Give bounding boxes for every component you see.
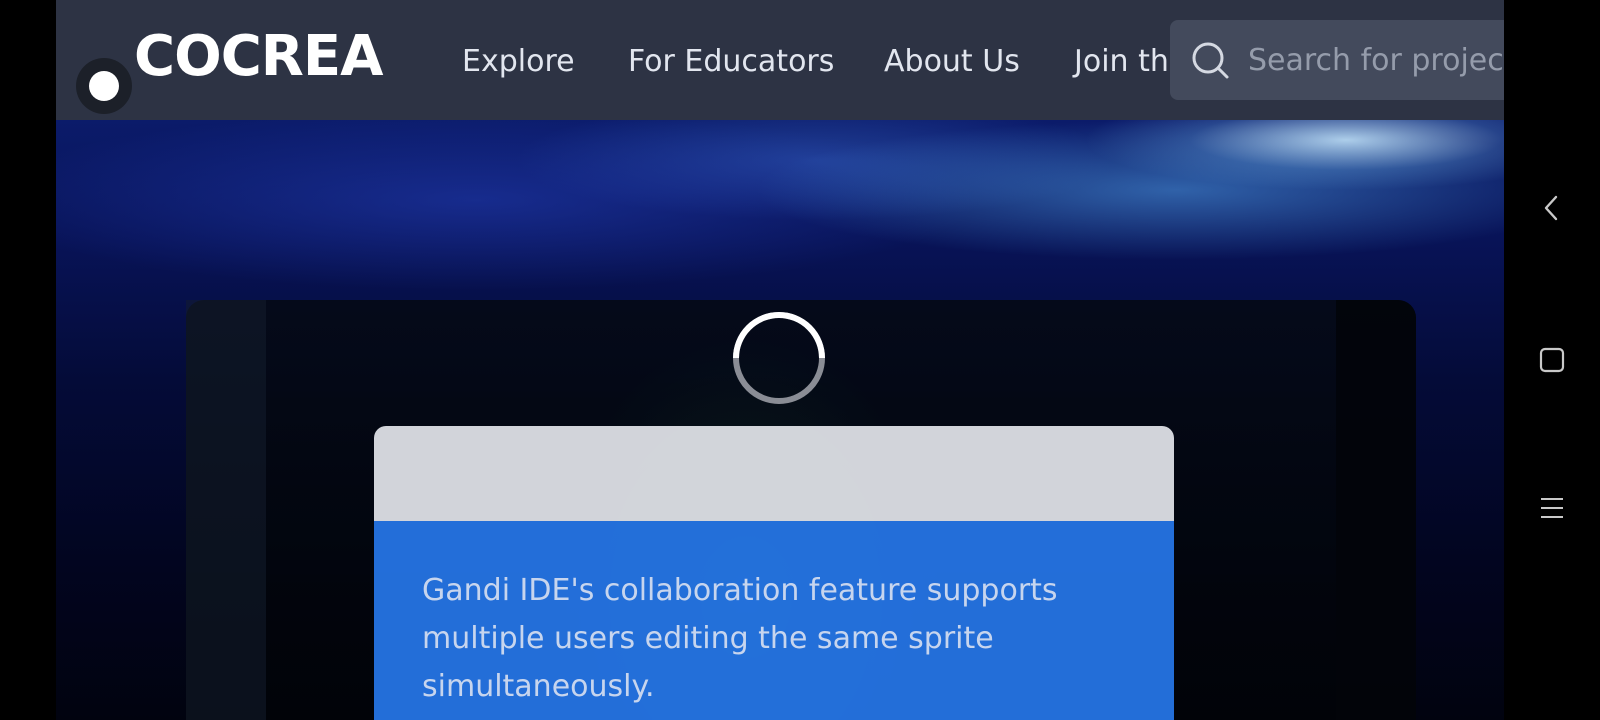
tip-card-header	[374, 426, 1174, 521]
search-input[interactable]	[1248, 20, 1504, 100]
hero-panel-left-edge	[186, 300, 266, 720]
floating-dot-icon	[89, 71, 119, 101]
hero-panel-right-edge	[1336, 300, 1416, 720]
nav-explore[interactable]: Explore	[462, 44, 575, 79]
site-logo[interactable]: COCREA	[134, 24, 384, 89]
back-icon[interactable]	[1538, 194, 1566, 222]
browser-viewport: Gandi IDE's collaboration feature suppor…	[56, 0, 1504, 720]
tip-card-body: Gandi IDE's collaboration feature suppor…	[374, 521, 1174, 720]
search-box[interactable]	[1170, 20, 1504, 100]
tip-text: Gandi IDE's collaboration feature suppor…	[422, 573, 1058, 704]
floating-assistive-button[interactable]	[76, 58, 132, 114]
menu-icon[interactable]	[1538, 494, 1566, 522]
recents-icon[interactable]	[1538, 346, 1566, 374]
nav-about-us[interactable]: About Us	[884, 44, 1020, 79]
search-icon	[1192, 42, 1229, 79]
loading-spinner-icon	[733, 312, 825, 404]
nav-for-educators[interactable]: For Educators	[628, 44, 834, 79]
tip-card: Gandi IDE's collaboration feature suppor…	[374, 426, 1174, 720]
system-navigation-bar	[1504, 0, 1600, 720]
top-navigation: COCREA Explore For Educators About Us Jo…	[56, 0, 1504, 120]
